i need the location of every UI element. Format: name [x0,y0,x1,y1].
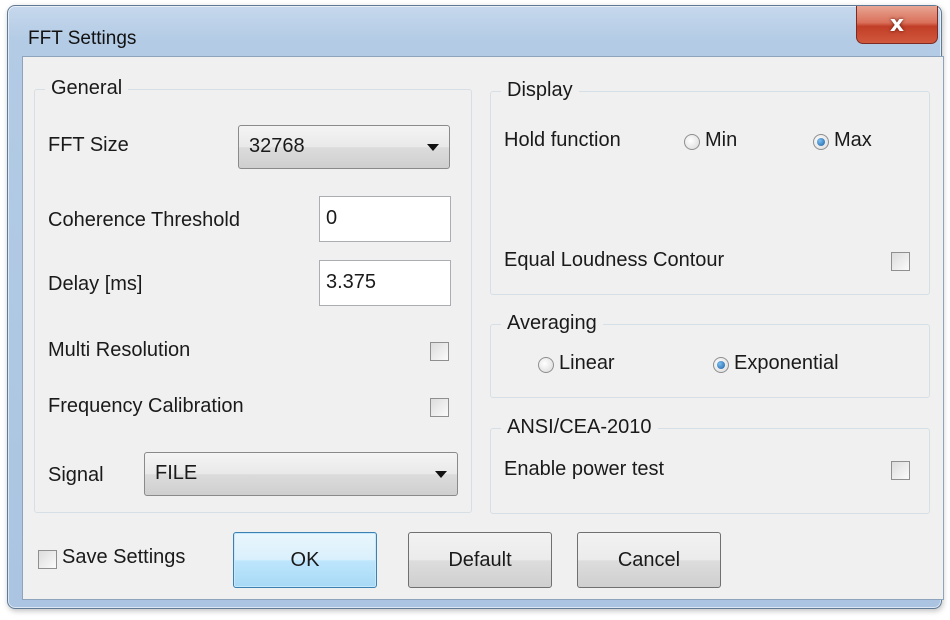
delay-value: 3.375 [326,271,377,293]
save-settings-checkbox[interactable] [38,550,57,569]
save-settings-label[interactable]: Save Settings [62,546,185,569]
hold-max-radio[interactable] [813,134,829,150]
cancel-button[interactable]: Cancel [577,532,721,588]
default-button[interactable]: Default [408,532,552,588]
multi-resolution-checkbox[interactable] [430,342,449,361]
signal-select[interactable]: FILE [144,452,458,496]
averaging-exponential-radio[interactable] [713,357,729,373]
ok-button[interactable]: OK [233,532,377,588]
display-legend: Display [501,79,579,102]
multi-resolution-label: Multi Resolution [48,339,191,361]
hold-min-label[interactable]: Min [705,129,737,152]
averaging-linear-label[interactable]: Linear [559,352,615,375]
close-button[interactable]: x [856,6,938,44]
delay-label: Delay [ms] [48,273,143,295]
signal-value: FILE [155,462,198,484]
signal-label: Signal [48,464,104,486]
close-icon: x [889,12,905,37]
averaging-linear-radio[interactable] [538,357,554,373]
frequency-calibration-checkbox[interactable] [430,398,449,417]
equal-loudness-label: Equal Loudness Contour [504,249,725,271]
averaging-legend: Averaging [501,312,603,335]
hold-max-label[interactable]: Max [834,129,872,152]
coherence-threshold-label: Coherence Threshold [48,209,240,231]
averaging-exponential-label[interactable]: Exponential [734,352,839,375]
fft-size-label: FFT Size [48,134,129,156]
hold-min-radio[interactable] [684,134,700,150]
enable-power-test-label: Enable power test [504,458,665,480]
averaging-group: Averaging Linear Exponential [490,312,930,398]
general-group: General FFT Size 32768 Coherence Thresho… [34,77,472,513]
chevron-down-icon [435,471,447,478]
coherence-threshold-value: 0 [326,207,338,229]
delay-input[interactable]: 3.375 [319,260,451,306]
ansi-group: ANSI/CEA-2010 Enable power test [490,416,930,514]
hold-function-label: Hold function [504,129,621,151]
general-legend: General [45,77,129,100]
fft-size-select[interactable]: 32768 [238,125,450,169]
display-group: Display Hold function Min Max Equal Loud… [490,79,930,295]
chevron-down-icon [427,144,439,151]
window-title: FFT Settings [28,28,137,49]
coherence-threshold-input[interactable]: 0 [319,196,451,242]
enable-power-test-checkbox[interactable] [891,461,910,480]
fft-size-value: 32768 [249,135,305,157]
equal-loudness-checkbox[interactable] [891,252,910,271]
ansi-legend: ANSI/CEA-2010 [501,416,658,439]
dialog-client-area: General FFT Size 32768 Coherence Thresho… [22,56,944,600]
frequency-calibration-label: Frequency Calibration [48,395,244,417]
